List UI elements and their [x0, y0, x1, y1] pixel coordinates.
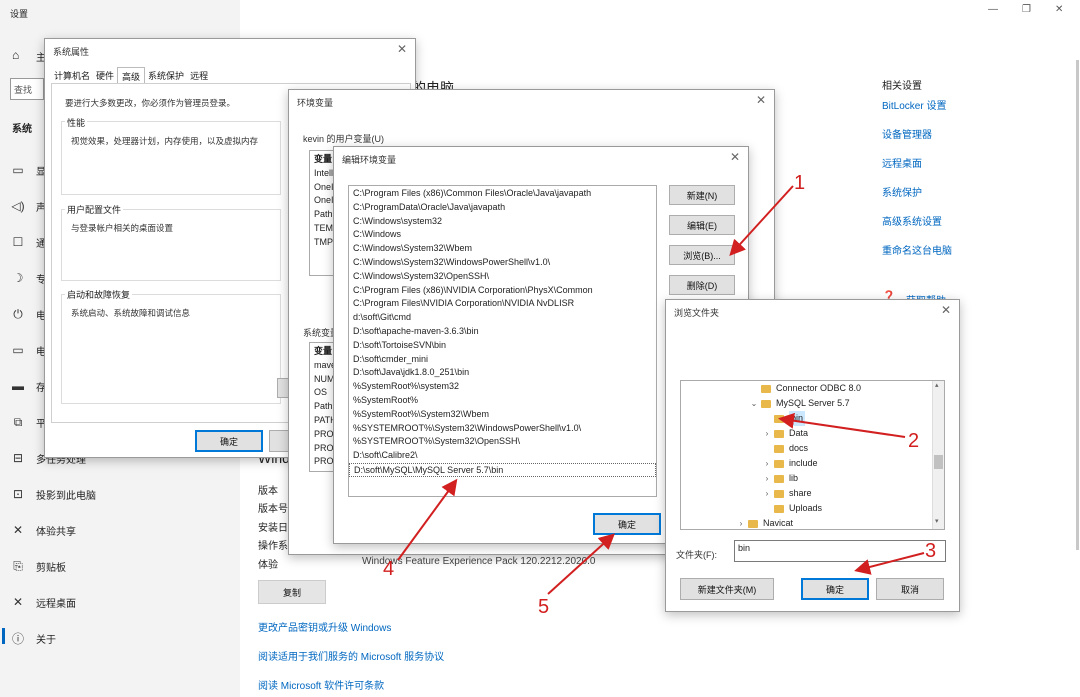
annotation-label-4: 4: [383, 558, 395, 580]
arrow-1: [729, 185, 794, 256]
annotation-label-2: 2: [908, 430, 920, 452]
arrow-3: [854, 552, 925, 575]
arrow-5: [547, 533, 615, 595]
annotation-label-3: 3: [925, 540, 937, 562]
arrow-2: [778, 412, 906, 438]
annotation-arrows: [397, 185, 925, 595]
arrow-4: [397, 478, 458, 561]
annotation-label-1: 1: [794, 172, 806, 194]
annotation-label-5: 5: [538, 596, 550, 618]
